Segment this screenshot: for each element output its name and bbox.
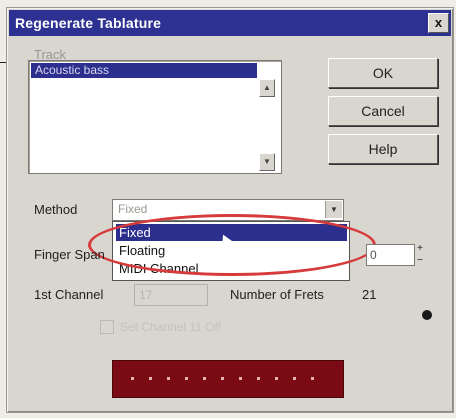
cancel-button[interactable]: Cancel (328, 96, 438, 126)
first-channel-input: 17 (134, 284, 208, 306)
display-dot (257, 377, 260, 380)
callout-dot (422, 310, 432, 320)
spin-up-icon[interactable]: + (414, 243, 426, 254)
track-list-item[interactable]: Acoustic bass (31, 63, 257, 78)
method-value: Fixed (118, 202, 148, 216)
display-dot (293, 377, 296, 380)
display-dot (167, 377, 170, 380)
close-button[interactable]: x (428, 13, 449, 33)
close-icon: x (434, 15, 443, 30)
ok-button[interactable]: OK (328, 58, 438, 88)
display-dot (185, 377, 188, 380)
display-dot (221, 377, 224, 380)
method-label: Method (34, 202, 78, 217)
display-dot (275, 377, 278, 380)
scroll-up-icon[interactable]: ▲ (259, 79, 275, 97)
channel-off-label: Set Channel 11 Off (120, 320, 221, 334)
scroll-down-icon[interactable]: ▼ (259, 153, 275, 171)
frets-label: Number of Frets (230, 287, 324, 302)
spin-down-icon[interactable]: − (414, 255, 426, 266)
channel-off-checkbox (100, 320, 114, 334)
display-dot (149, 377, 152, 380)
display-dot (203, 377, 206, 380)
dropdown-arrow-icon[interactable]: ▼ (325, 201, 342, 218)
display-dot (311, 377, 314, 380)
finger-span-input[interactable]: 0 (366, 244, 415, 266)
fretboard-display (112, 360, 344, 398)
frets-value: 21 (362, 287, 377, 302)
first-channel-label: 1st Channel (34, 287, 104, 302)
title-bar[interactable]: Regenerate Tablature x (9, 10, 451, 36)
display-dot (131, 377, 134, 380)
track-listbox[interactable]: Acoustic bass ▲ ▼ (28, 60, 282, 174)
display-dot (239, 377, 242, 380)
dialog-title: Regenerate Tablature (15, 15, 162, 31)
finger-span-label: Finger Span (34, 247, 105, 262)
help-button[interactable]: Help (328, 134, 438, 164)
